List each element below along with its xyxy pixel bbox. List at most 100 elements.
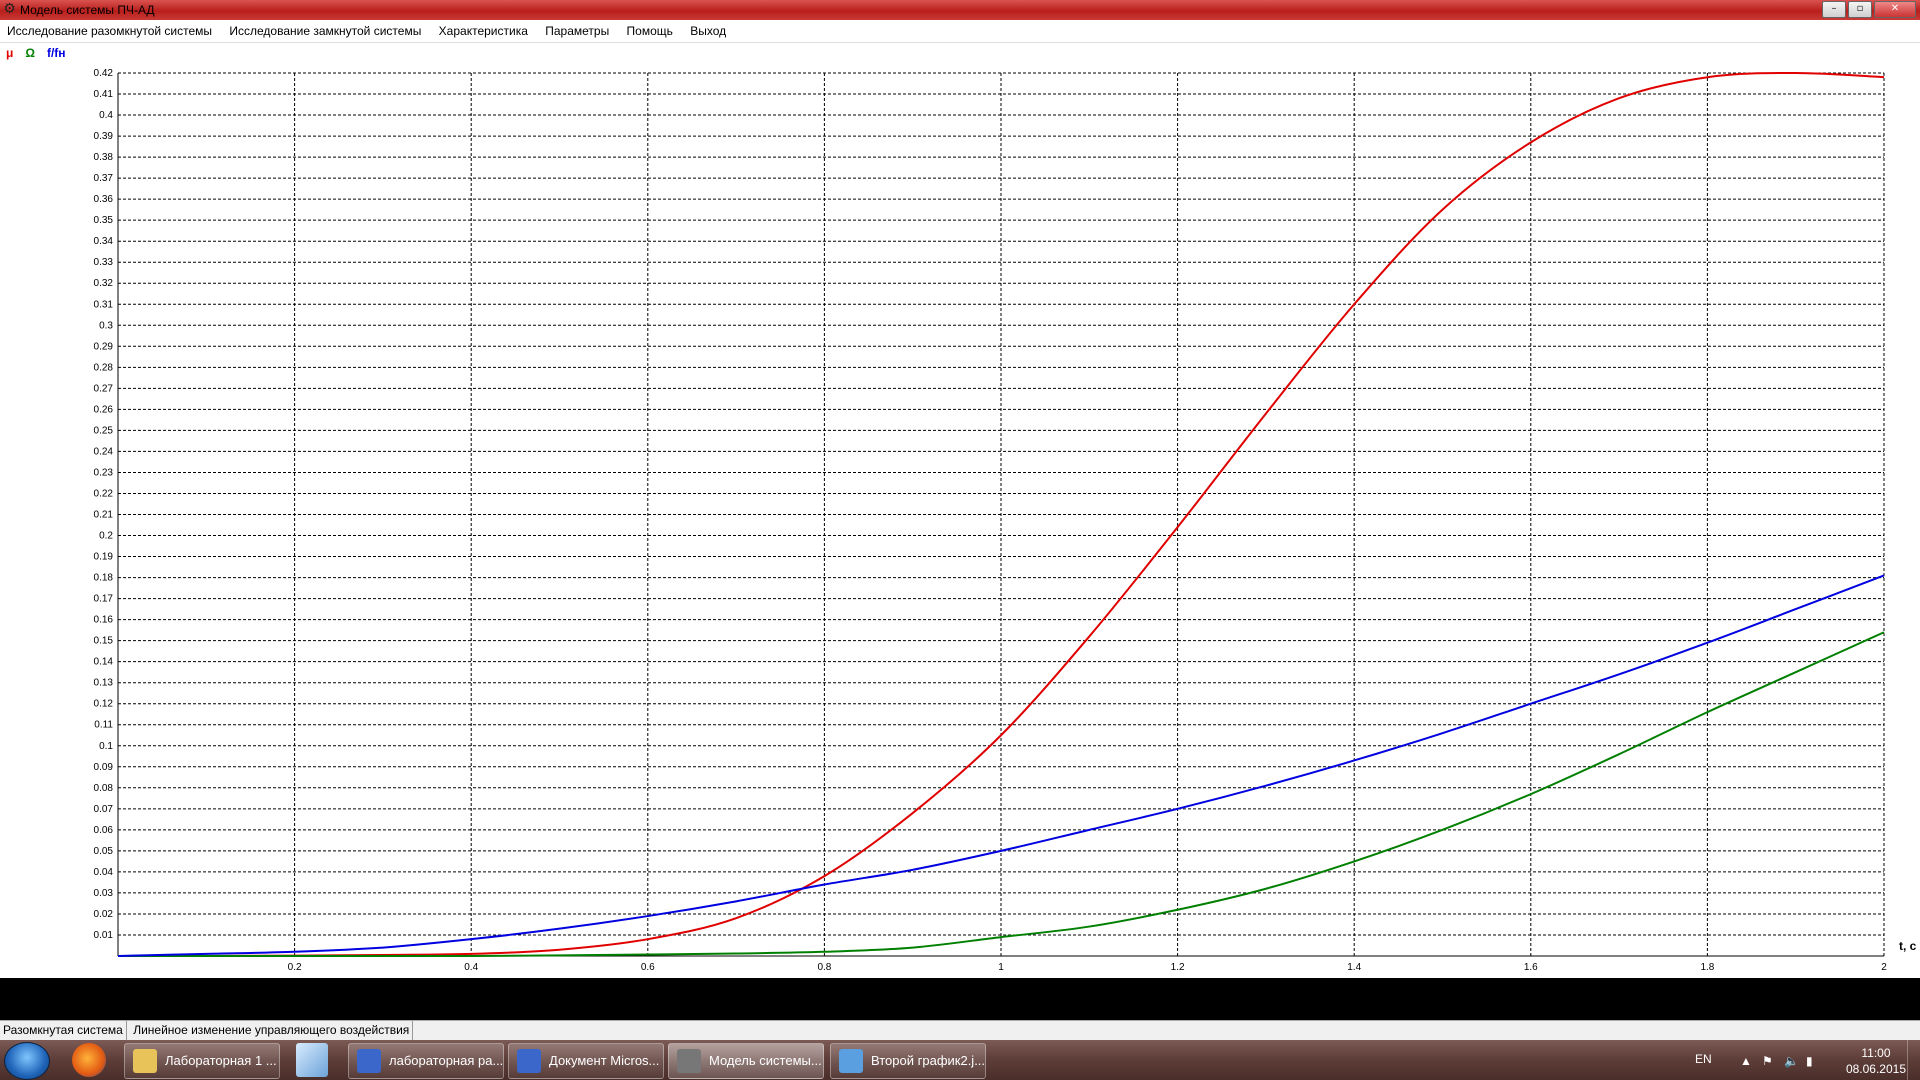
y-tick-label: 0.27: [94, 383, 114, 394]
clock-date: 08.06.2015: [1845, 1062, 1906, 1076]
legend-omega: Ω: [25, 46, 35, 60]
legend-frequency: f/fн: [46, 46, 66, 60]
chart-legend: μ Ω f/fн: [6, 46, 66, 60]
y-tick-label: 0.05: [94, 846, 114, 857]
x-tick-label: 0.8: [817, 962, 831, 973]
show-hidden-icons-icon[interactable]: ▲: [1740, 1054, 1752, 1068]
legend-mu: μ: [6, 46, 14, 60]
y-tick-label: 0.2: [99, 531, 113, 542]
x-tick-label: 0.4: [464, 962, 478, 973]
taskbar-item-image[interactable]: Второй график2.j...: [830, 1043, 986, 1079]
taskbar-item-model[interactable]: Модель системы...: [668, 1043, 824, 1079]
maximize-button[interactable]: ▫: [1848, 1, 1872, 18]
y-tick-label: 0.25: [94, 425, 114, 436]
close-button[interactable]: ✕: [1874, 1, 1916, 18]
folder-icon: [133, 1049, 157, 1073]
y-tick-label: 0.15: [94, 636, 114, 647]
y-tick-label: 0.03: [94, 888, 114, 899]
menu-parameters[interactable]: Параметры: [538, 21, 616, 41]
y-tick-label: 0.31: [94, 299, 114, 310]
x-tick-label: 0.6: [641, 962, 655, 973]
y-tick-label: 0.19: [94, 552, 114, 563]
y-tick-label: 0.02: [94, 909, 114, 920]
x-tick-label: 1.8: [1700, 962, 1714, 973]
menu-bar: Исследование разомкнутой системы Исследо…: [0, 21, 1920, 43]
x-tick-label: 0.2: [288, 962, 302, 973]
y-tick-label: 0.09: [94, 762, 114, 773]
taskbar-item-word-1[interactable]: лабораторная ра...: [348, 1043, 504, 1079]
x-axis-label: t, c: [1899, 939, 1917, 953]
y-tick-label: 0.33: [94, 257, 114, 268]
y-tick-label: 0.08: [94, 783, 114, 794]
y-tick-label: 0.39: [94, 131, 114, 142]
y-tick-label: 0.16: [94, 615, 114, 626]
y-tick-label: 0.22: [94, 488, 114, 499]
y-tick-label: 0.4: [99, 110, 113, 121]
taskbar: Лабораторная 1 ... лабораторная ра... До…: [0, 1040, 1920, 1080]
chart-svg: 0.01 0.02 0.03 0.04 0.05 0.06 0.07 0.08 0.09 0.1 0…: [94, 68, 1917, 973]
y-tick-label: 0.41: [94, 89, 114, 100]
y-tick-label: 0.36: [94, 194, 114, 205]
y-tick-label: 0.28: [94, 362, 114, 373]
status-mode: Разомкнутая система: [0, 1021, 127, 1040]
volume-icon[interactable]: 🔈: [1784, 1054, 1799, 1068]
y-tick-label: 0.35: [94, 215, 114, 226]
show-desktop-button[interactable]: [1907, 1040, 1920, 1080]
y-tick-label: 0.18: [94, 573, 114, 584]
explorer-pin-icon[interactable]: [296, 1043, 328, 1077]
word-icon: [357, 1049, 381, 1073]
menu-closed-system[interactable]: Исследование замкнутой системы: [222, 21, 428, 41]
word-icon: [517, 1049, 541, 1073]
gear-icon: [677, 1049, 701, 1073]
image-viewer-icon: [839, 1049, 863, 1073]
y-tick-label: 0.23: [94, 467, 114, 478]
clock-time: 11:00: [1861, 1046, 1891, 1060]
y-tick-label: 0.04: [94, 867, 114, 878]
y-tick-label: 0.38: [94, 152, 114, 163]
y-tick-label: 0.11: [94, 720, 113, 731]
y-tick-label: 0.24: [94, 446, 114, 457]
menu-help[interactable]: Помощь: [620, 21, 680, 41]
plot-area: 0.01 0.02 0.03 0.04 0.05 0.06 0.07 0.08 0.09 0.1 0…: [0, 43, 1920, 978]
x-tick-label: 1.6: [1524, 962, 1538, 973]
x-tick-label: 1: [998, 962, 1004, 973]
y-tick-label: 0.17: [94, 594, 114, 605]
y-tick-label: 0.3: [99, 320, 113, 331]
status-bar: Разомкнутая система Линейное изменение у…: [0, 1020, 1920, 1041]
system-tray: EN ▲ ⚑ 🔈 ▮ 11:00 08.06.2015: [1690, 1040, 1920, 1080]
y-tick-label: 0.32: [94, 278, 114, 289]
start-button[interactable]: [4, 1042, 50, 1080]
y-tick-label: 0.21: [94, 510, 114, 521]
y-tick-label: 0.42: [94, 68, 114, 79]
y-tick-label: 0.07: [94, 804, 114, 815]
menu-exit[interactable]: Выход: [683, 21, 733, 41]
y-tick-label: 0.12: [94, 699, 114, 710]
x-tick-label: 1.2: [1171, 962, 1185, 973]
network-icon[interactable]: ▮: [1806, 1054, 1813, 1068]
app-window: ⚙ Модель системы ПЧ-АД – ▫ ✕ Исследовани…: [0, 0, 1920, 1041]
y-tick-label: 0.13: [94, 678, 114, 689]
y-tick-label: 0.01: [94, 930, 114, 941]
taskbar-item-word-2[interactable]: Документ Micros...: [508, 1043, 664, 1079]
flag-icon[interactable]: ⚑: [1762, 1054, 1773, 1068]
status-description: Линейное изменение управляющего воздейст…: [130, 1021, 414, 1040]
y-tick-label: 0.29: [94, 341, 114, 352]
minimize-button[interactable]: –: [1822, 1, 1846, 18]
y-tick-label: 0.06: [94, 825, 114, 836]
x-tick-label: 1.4: [1347, 962, 1361, 973]
title-bar[interactable]: ⚙ Модель системы ПЧ-АД – ▫ ✕: [0, 0, 1920, 20]
clock[interactable]: 11:00 08.06.2015: [1846, 1045, 1906, 1077]
y-tick-label: 0.37: [94, 173, 114, 184]
y-tick-label: 0.26: [94, 404, 114, 415]
menu-characteristic[interactable]: Характеристика: [432, 21, 535, 41]
firefox-icon[interactable]: [72, 1043, 106, 1077]
language-indicator[interactable]: EN: [1695, 1052, 1712, 1066]
y-tick-label: 0.34: [94, 236, 114, 247]
taskbar-item-folder[interactable]: Лабораторная 1 ...: [124, 1043, 280, 1079]
x-tick-label: 2: [1881, 962, 1887, 973]
y-tick-label: 0.1: [99, 741, 113, 752]
black-panel: [0, 978, 1920, 1020]
window-title: Модель системы ПЧ-АД: [20, 3, 155, 17]
y-tick-label: 0.14: [94, 657, 114, 668]
menu-open-system[interactable]: Исследование разомкнутой системы: [0, 21, 219, 41]
